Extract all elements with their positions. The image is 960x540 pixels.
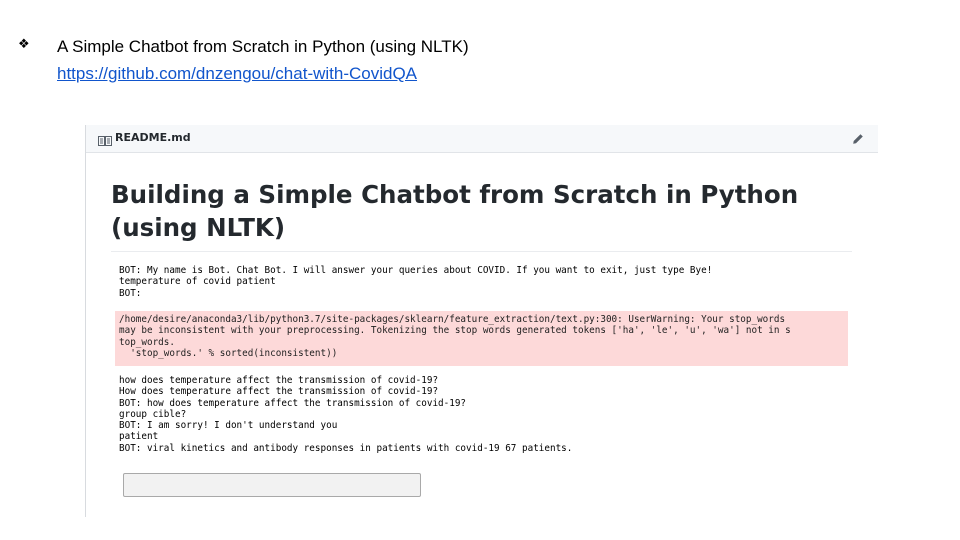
terminal-output-top: BOT: My name is Bot. Chat Bot. I will an… — [119, 265, 713, 299]
warning-block: /home/desire/anaconda3/lib/python3.7/sit… — [115, 311, 848, 366]
readme-heading: Building a Simple Chatbot from Scratch i… — [111, 180, 799, 242]
github-link[interactable]: https://github.com/dnzengou/chat-with-Co… — [57, 64, 417, 84]
warning-text: /home/desire/anaconda3/lib/python3.7/sit… — [119, 314, 791, 359]
chat-input-field[interactable] — [123, 473, 421, 497]
terminal-output-bottom: how does temperature affect the transmis… — [119, 375, 573, 454]
bullet-symbol: ❖ — [18, 37, 30, 52]
readme-panel: README.md Building a Simple Chatbot from… — [85, 125, 878, 517]
bullet-text: A Simple Chatbot from Scratch in Python … — [57, 37, 469, 56]
readme-header: README.md — [86, 125, 878, 153]
heading-divider — [111, 251, 852, 252]
pencil-icon[interactable] — [852, 132, 864, 144]
book-icon — [98, 133, 112, 146]
readme-filename: README.md — [115, 131, 191, 144]
